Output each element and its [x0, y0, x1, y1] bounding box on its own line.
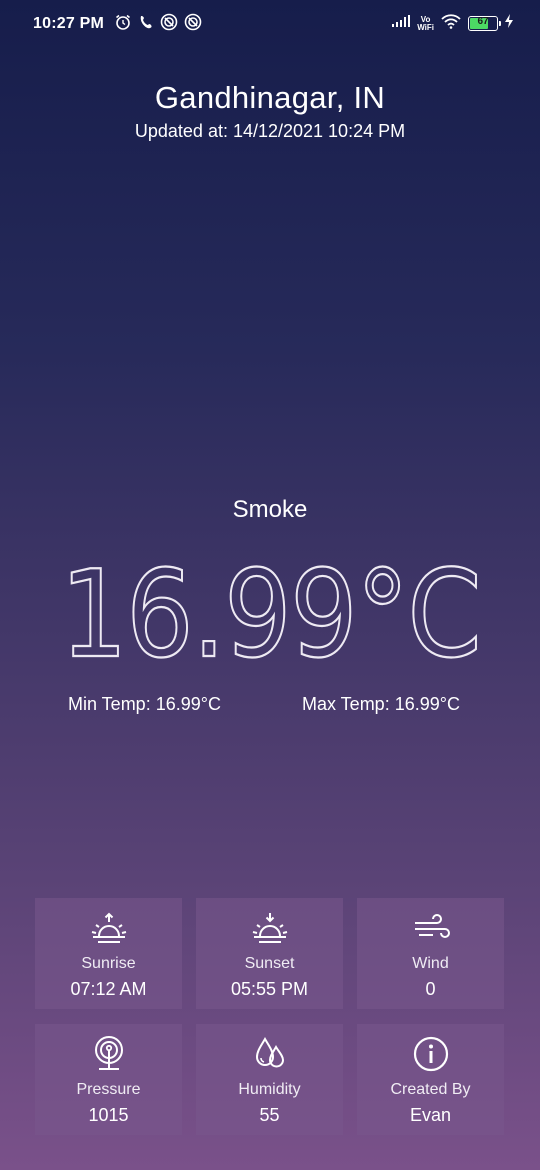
details-grid: Sunrise 07:12 AM Sunset 05:55 PM Wind 0: [35, 898, 506, 1135]
humidity-value: 55: [259, 1105, 280, 1125]
signal-icon: [391, 14, 411, 33]
wifi-icon: [440, 13, 462, 34]
pressure-card: Pressure 1015: [35, 1024, 182, 1135]
weather-condition: Smoke: [232, 496, 308, 523]
battery-icon: 67: [468, 16, 501, 31]
sunrise-card: Sunrise 07:12 AM: [35, 898, 182, 1009]
sunrise-value: 07:12 AM: [70, 979, 147, 999]
pressure-label: Pressure: [76, 1081, 141, 1098]
sunset-label: Sunset: [244, 955, 295, 972]
sunset-value: 05:55 PM: [230, 979, 309, 999]
humidity-label: Humidity: [238, 1081, 301, 1098]
pressure-value: 1015: [88, 1105, 129, 1125]
sunset-icon: [250, 908, 290, 948]
status-time: 10:27 PM: [33, 15, 104, 32]
battery-level: 67: [477, 16, 489, 27]
city-title: Gandhinagar, IN: [154, 80, 386, 115]
battery-tip: [499, 21, 501, 26]
charging-icon: [504, 13, 514, 34]
humidity-icon: [250, 1034, 290, 1074]
min-temp: Min Temp: 16.99°C: [68, 694, 221, 714]
alarm-icon: [114, 13, 132, 36]
temperature-value: 16.99°C: [60, 548, 480, 673]
max-temp: Max Temp: 16.99°C: [302, 694, 460, 714]
status-icons-left: [114, 13, 202, 36]
info-icon[interactable]: [411, 1034, 451, 1074]
humidity-card: Humidity 55: [196, 1024, 343, 1135]
created-by-value: Evan: [409, 1105, 452, 1125]
sunrise-label: Sunrise: [81, 955, 136, 972]
hotspot-icon: [160, 13, 178, 36]
call-icon: [138, 13, 154, 36]
created-by-label: Created By: [390, 1081, 471, 1098]
status-bar: 10:27 PM Vo WiFi 67: [0, 0, 540, 48]
created-by-card[interactable]: Created By Evan: [357, 1024, 504, 1135]
sunset-card: Sunset 05:55 PM: [196, 898, 343, 1009]
status-icons-right: Vo WiFi 67: [391, 13, 514, 34]
vowifi-icon: Vo WiFi: [417, 15, 434, 32]
wind-label: Wind: [412, 955, 449, 972]
wind-icon: [411, 908, 451, 948]
vowifi-bottom: WiFi: [417, 22, 434, 32]
sunrise-icon: [89, 908, 129, 948]
updated-at: Updated at: 14/12/2021 10:24 PM: [134, 121, 406, 141]
wind-card: Wind 0: [357, 898, 504, 1009]
pressure-icon: [89, 1034, 129, 1074]
wind-value: 0: [425, 979, 436, 999]
hotspot-icon: [184, 13, 202, 36]
current-temperature: 16.99°C: [0, 545, 540, 686]
